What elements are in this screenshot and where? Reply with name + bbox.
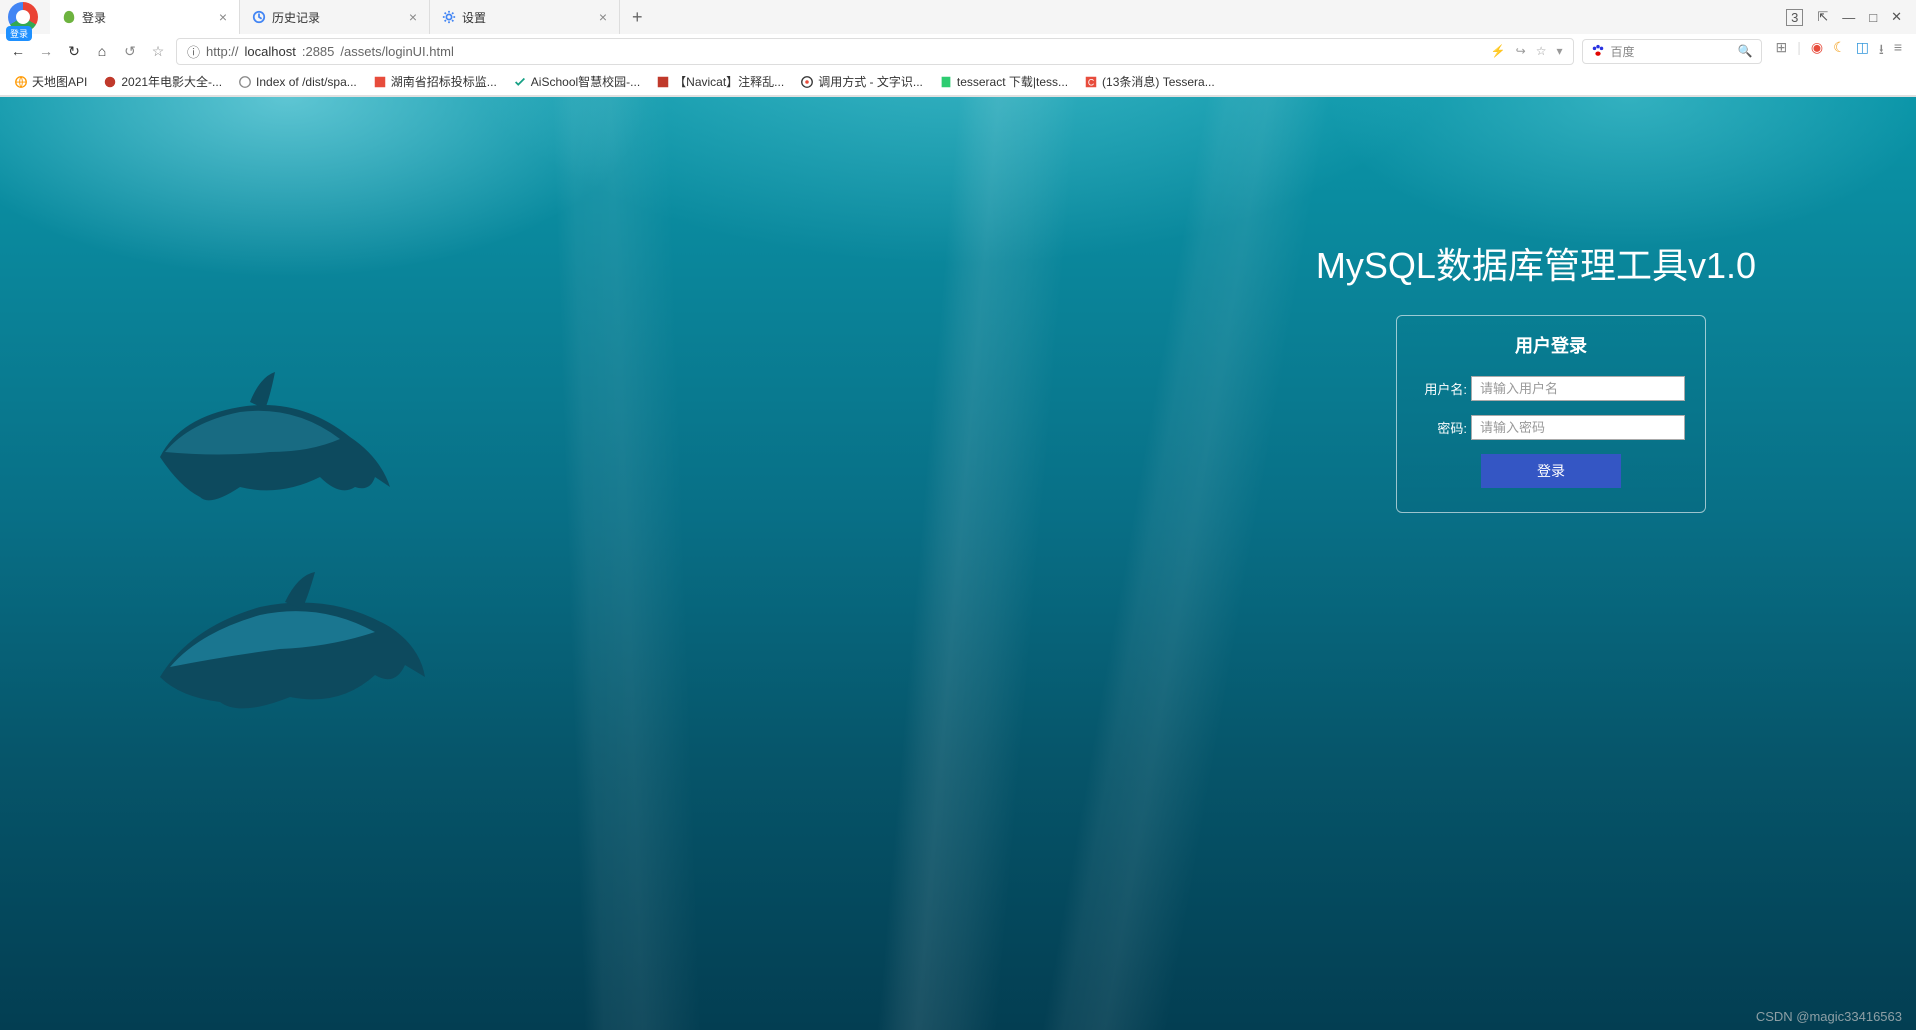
tab-title: 设置 xyxy=(462,9,593,26)
apps-icon[interactable]: ⊞ xyxy=(1776,39,1788,63)
lightning-icon[interactable]: ⚡ xyxy=(1491,44,1506,58)
login-button[interactable]: 登录 xyxy=(1481,454,1621,488)
download-icon[interactable]: ⭳ xyxy=(1879,39,1884,63)
search-input[interactable]: 百度 🔍 xyxy=(1582,39,1762,64)
tab-bar: 登录 登录 × 历史记录 × 设置 × + 3 ⇱ — □ ✕ xyxy=(0,0,1916,34)
bookmark-item[interactable]: Index of /dist/spa... xyxy=(232,73,363,91)
close-window-icon[interactable]: ✕ xyxy=(1891,9,1902,25)
password-input[interactable] xyxy=(1471,415,1685,440)
search-placeholder: 百度 xyxy=(1611,43,1635,60)
login-heading: 用户登录 xyxy=(1417,332,1685,358)
login-badge: 登录 xyxy=(6,26,32,41)
window-count-badge[interactable]: 3 xyxy=(1786,9,1803,26)
crop-icon[interactable]: ◫ xyxy=(1856,39,1869,63)
new-tab-button[interactable]: + xyxy=(620,7,655,28)
circle-icon xyxy=(800,75,814,89)
url-protocol: http:// xyxy=(206,44,239,59)
home-button[interactable]: ⌂ xyxy=(92,43,112,59)
gear-icon xyxy=(442,10,456,24)
tab-login[interactable]: 登录 × xyxy=(50,0,240,34)
c-icon: C xyxy=(1084,75,1098,89)
tab-settings[interactable]: 设置 × xyxy=(430,0,620,34)
history-icon xyxy=(252,10,266,24)
film-icon xyxy=(103,75,117,89)
bookmark-item[interactable]: AiSchool智慧校园-... xyxy=(507,71,646,92)
profile-icon[interactable]: ◉ xyxy=(1811,39,1823,63)
dolphin-image xyxy=(130,547,430,747)
bookmarks-bar: 天地图API 2021年电影大全-... Index of /dist/spa.… xyxy=(0,68,1916,96)
browser-chrome: 登录 登录 × 历史记录 × 设置 × + 3 ⇱ — □ ✕ ← → ↻ ⌂ xyxy=(0,0,1916,97)
leaf-icon xyxy=(62,10,76,24)
address-bar: ← → ↻ ⌂ ↺ ☆ ⓘ http:// localhost :2885/asse… xyxy=(0,34,1916,68)
username-input[interactable] xyxy=(1471,376,1685,401)
forward-button[interactable]: → xyxy=(36,43,56,59)
stop-button[interactable]: ↺ xyxy=(120,43,140,60)
username-label: 用户名: xyxy=(1417,379,1467,398)
globe-icon xyxy=(14,75,28,89)
bookmark-item[interactable]: 【Navicat】注释乱... xyxy=(650,71,790,92)
globe-icon xyxy=(238,75,252,89)
doc-icon xyxy=(939,75,953,89)
star-button[interactable]: ☆ xyxy=(148,43,168,60)
bookmark-item[interactable]: 2021年电影大全-... xyxy=(97,71,228,92)
close-icon[interactable]: × xyxy=(219,9,227,25)
badge-icon xyxy=(656,75,670,89)
login-panel: 用户登录 用户名: 密码: 登录 xyxy=(1396,315,1706,513)
url-port: :2885 xyxy=(302,44,335,59)
reload-button[interactable]: ↻ xyxy=(64,43,84,60)
app-title: MySQL数据库管理工具v1.0 xyxy=(1316,237,1756,289)
chevron-down-icon[interactable]: ▾ xyxy=(1557,44,1563,58)
bookmark-item[interactable]: tesseract 下载|tess... xyxy=(933,71,1074,92)
search-icon[interactable]: 🔍 xyxy=(1738,44,1753,58)
favorite-icon[interactable]: ☆ xyxy=(1536,44,1547,58)
share-icon[interactable]: ↪ xyxy=(1516,44,1526,58)
info-icon[interactable]: ⓘ xyxy=(187,42,200,61)
url-input[interactable]: ⓘ http:// localhost :2885/assets/loginUI.h… xyxy=(176,38,1574,65)
moon-icon[interactable]: ☾ xyxy=(1833,39,1846,63)
svg-text:C: C xyxy=(1088,77,1094,87)
restore-icon[interactable]: ⇱ xyxy=(1817,9,1828,25)
username-row: 用户名: xyxy=(1417,376,1685,401)
window-controls: 3 ⇱ — □ ✕ xyxy=(1772,0,1916,34)
close-icon[interactable]: × xyxy=(409,9,417,25)
tab-title: 登录 xyxy=(82,9,213,26)
check-icon xyxy=(513,75,527,89)
password-label: 密码: xyxy=(1417,418,1467,437)
tab-history[interactable]: 历史记录 × xyxy=(240,0,430,34)
tab-title: 历史记录 xyxy=(272,9,403,26)
password-row: 密码: xyxy=(1417,415,1685,440)
bookmark-item[interactable]: 天地图API xyxy=(8,71,93,92)
watermark: CSDN @magic33416563 xyxy=(1756,1009,1902,1024)
baidu-paw-icon xyxy=(1591,44,1605,58)
url-host: localhost xyxy=(245,44,296,59)
dolphin-image xyxy=(140,357,400,537)
url-path: /assets/loginUI.html xyxy=(340,44,453,59)
page-content: MySQL数据库管理工具v1.0 用户登录 用户名: 密码: 登录 CSDN @… xyxy=(0,97,1916,1030)
bookmark-item[interactable]: 调用方式 - 文字识... xyxy=(794,71,929,92)
bookmark-item[interactable]: 湖南省招标投标监... xyxy=(367,71,503,92)
maximize-icon[interactable]: □ xyxy=(1869,10,1877,25)
menu-icon[interactable]: ≡ xyxy=(1894,39,1902,63)
url-actions: ⚡ ↪ ☆ ▾ xyxy=(1491,44,1563,58)
minimize-icon[interactable]: — xyxy=(1842,10,1855,25)
back-button[interactable]: ← xyxy=(8,43,28,59)
close-icon[interactable]: × xyxy=(599,9,607,25)
flag-icon xyxy=(373,75,387,89)
toolbar-right: ⊞ | ◉ ☾ ◫ ⭳ ≡ xyxy=(1770,39,1908,63)
bookmark-item[interactable]: C(13条消息) Tessera... xyxy=(1078,71,1221,92)
